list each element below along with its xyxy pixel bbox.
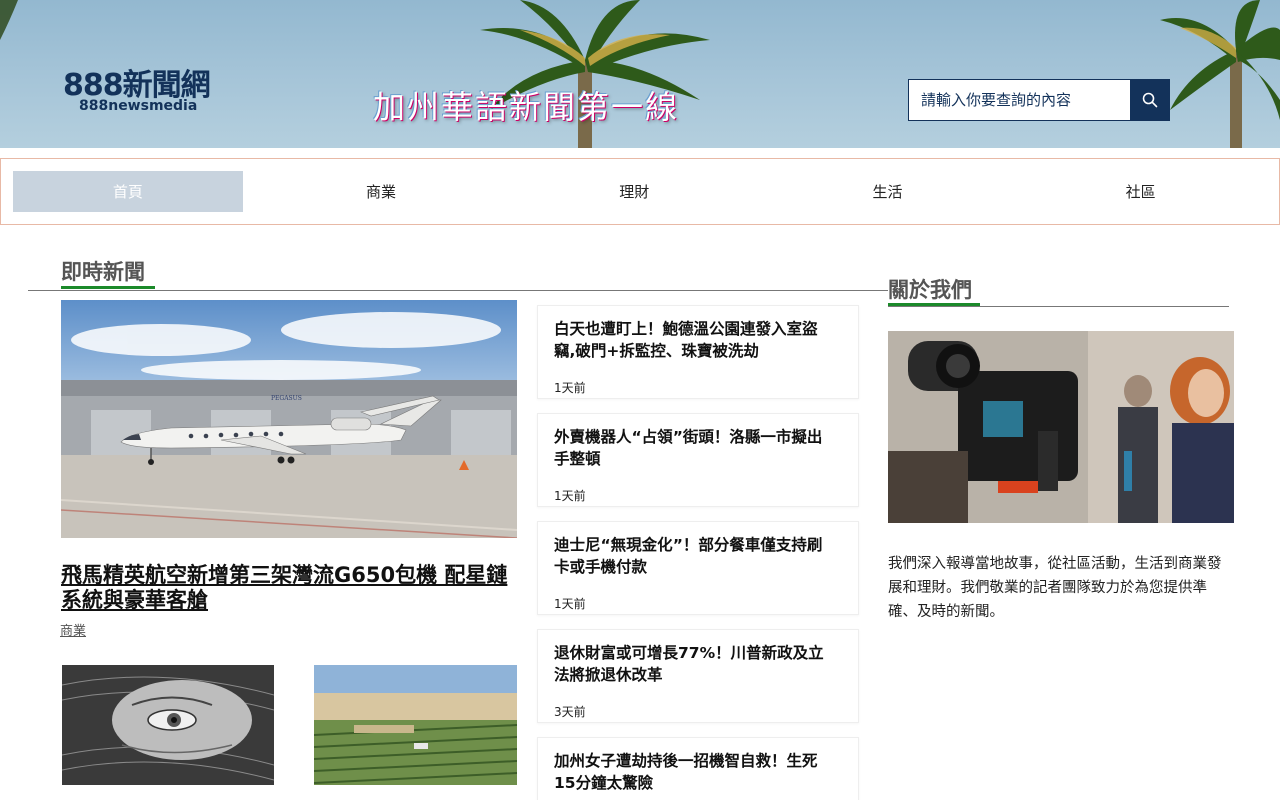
search-input[interactable] [908, 79, 1130, 121]
search-button[interactable] [1130, 79, 1170, 121]
site-slogan: 加州華語新聞第一線 [373, 88, 680, 126]
news-title[interactable]: 白天也遭盯上！鮑德溫公園連發入室盜竊,破門+拆監控、珠寶被洗劫 [554, 318, 836, 362]
nav-item-business[interactable]: 商業 [266, 171, 496, 212]
featured-article-category[interactable]: 商業 [60, 620, 86, 639]
latest-news-rule [28, 290, 888, 291]
news-title[interactable]: 退休財富或可增長77%！川普新政及立法將掀退休改革 [554, 642, 836, 686]
main-nav: 首頁 商業 理財 生活 社區 [0, 158, 1280, 225]
featured-image[interactable]: PEGASUS [61, 300, 517, 538]
search-box [908, 79, 1170, 121]
thumbnail-farmland-image[interactable] [314, 665, 517, 785]
svg-text:PEGASUS: PEGASUS [271, 395, 302, 402]
logo-sub-text: 888newsmedia [79, 98, 198, 114]
nav-item-home[interactable]: 首頁 [13, 171, 243, 212]
news-item-4[interactable]: 退休財富或可增長77%！川普新政及立法將掀退休改革 3天前 [537, 629, 859, 723]
site-logo[interactable]: 888新聞網 888newsmedia [63, 70, 211, 115]
news-item-3[interactable]: 迪士尼“無現金化”！部分餐車僅支持刷卡或手機付款 1天前 [537, 521, 859, 615]
search-icon [1142, 92, 1158, 108]
news-time: 1天前 [554, 381, 586, 395]
news-item-5[interactable]: 加州女子遭劫持後一招機智自救！生死15分鐘太驚險 [537, 737, 859, 800]
news-time: 1天前 [554, 489, 586, 503]
nav-item-finance[interactable]: 理財 [519, 171, 749, 212]
about-description: 我們深入報導當地故事，從社區活動，生活到商業發展和理財。我們敬業的記者團隊致力於… [888, 556, 1222, 620]
featured-article-title[interactable]: 飛馬精英航空新增第三架灣流G650包機 配星鏈系統與豪華客艙 [61, 563, 521, 613]
news-title[interactable]: 迪士尼“無現金化”！部分餐車僅支持刷卡或手機付款 [554, 534, 836, 578]
news-title[interactable]: 加州女子遭劫持後一招機智自救！生死15分鐘太驚險 [554, 750, 836, 794]
latest-news-underline [61, 286, 155, 289]
banknote-image [62, 665, 274, 785]
about-heading: 關於我們 [888, 278, 972, 302]
header-banner: 888新聞網 888newsmedia 加州華語新聞第一線 [0, 0, 1280, 148]
news-title[interactable]: 外賣機器人“占領”街頭！洛縣一市擬出手整頓 [554, 426, 836, 470]
thumbnail-money-image[interactable] [62, 665, 274, 785]
press-camera-image [888, 331, 1234, 523]
news-time: 1天前 [554, 597, 586, 611]
latest-news-heading: 即時新聞 [61, 260, 145, 284]
farmland-image [314, 665, 517, 785]
jet-image: PEGASUS [61, 300, 517, 538]
nav-item-life[interactable]: 生活 [773, 171, 1003, 212]
news-item-1[interactable]: 白天也遭盯上！鮑德溫公園連發入室盜竊,破門+拆監控、珠寶被洗劫 1天前 [537, 305, 859, 399]
about-rule [888, 306, 1229, 307]
news-item-2[interactable]: 外賣機器人“占領”街頭！洛縣一市擬出手整頓 1天前 [537, 413, 859, 507]
news-time: 3天前 [554, 705, 586, 719]
about-image [888, 331, 1234, 523]
nav-item-community[interactable]: 社區 [1026, 171, 1256, 212]
